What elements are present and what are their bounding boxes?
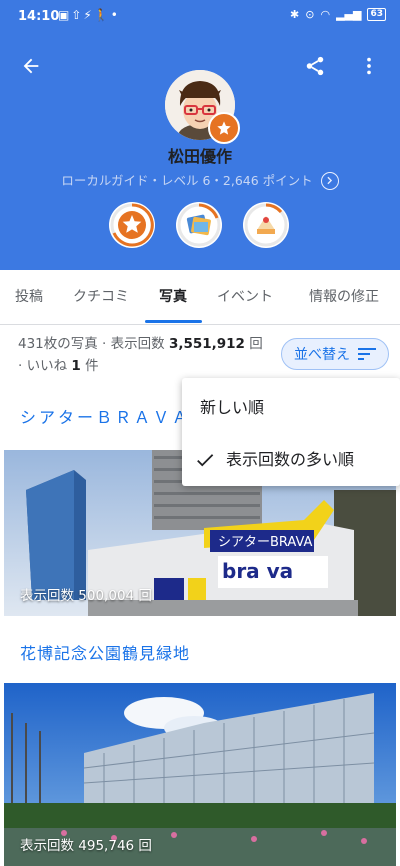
place-photo[interactable]: 表示回数 495,746 回: [4, 683, 396, 866]
more-vert-icon: [367, 57, 371, 75]
likes-text: · いいね: [18, 358, 72, 374]
tab-events[interactable]: イベント: [202, 270, 288, 324]
share-button[interactable]: [297, 48, 333, 84]
guide-level-text: ローカルガイド・レベル 6・2,646 ポイント: [61, 173, 313, 188]
sort-menu: 新しい順 表示回数の多い順: [182, 378, 400, 486]
tab-reviews[interactable]: クチコミ: [58, 270, 144, 324]
tab-edits[interactable]: 情報の修正: [288, 270, 400, 324]
status-bar: 14:10 ▣⇧⚡🚶• ✱ ⊙ ◠ ▂▄▆ 63: [0, 0, 400, 34]
status-time: 14:10: [18, 9, 60, 24]
view-count-unit: 回: [244, 336, 263, 352]
sort-icon: [358, 348, 376, 360]
bluetooth-icon: ✱: [290, 8, 300, 21]
photo-stats: 431枚の写真 · 表示回数 3,551,912 回 · いいね 1 件: [18, 333, 280, 377]
place-title-link[interactable]: シアターＢＲＡＶＡ: [20, 404, 191, 428]
photo-signage-text: シアターBRAVA: [218, 535, 313, 550]
profile-name: 松田優作: [167, 147, 232, 166]
sort-option-label: 新しい順: [200, 398, 265, 417]
tab-posts[interactable]: 投稿: [0, 270, 58, 324]
local-guide-badge: [208, 112, 240, 144]
photo-view-count: 表示回数 500,004 回: [20, 588, 152, 604]
battery-icon: 63: [367, 8, 386, 21]
likes-unit: 件: [80, 358, 99, 374]
likes-count: 1: [71, 358, 81, 374]
view-count: 3,551,912: [168, 336, 245, 352]
notification-icons: ▣⇧⚡🚶•: [58, 8, 120, 22]
sort-option-newest[interactable]: 新しい順: [182, 383, 400, 433]
achievement-badge-food[interactable]: [243, 202, 289, 248]
system-icons: ✱ ⊙ ◠ ▂▄▆ 63: [290, 8, 386, 21]
svg-text:bra va: bra va: [222, 559, 293, 583]
active-tab-indicator: [145, 320, 202, 323]
check-icon: [197, 454, 214, 467]
profile-header: 14:10 ▣⇧⚡🚶• ✱ ⊙ ◠ ▂▄▆ 63 松田優作 ローカルガイド・レベ…: [0, 0, 400, 270]
achievement-badge-points[interactable]: [109, 202, 155, 248]
star-icon: [217, 121, 231, 135]
place-title-link[interactable]: 花博記念公園鶴見緑地: [20, 640, 190, 664]
arrow-back-icon: [23, 58, 39, 74]
more-options-button[interactable]: [351, 48, 387, 84]
photo-view-count: 表示回数 495,746 回: [20, 838, 152, 854]
tab-photos[interactable]: 写真: [144, 270, 202, 324]
back-button[interactable]: [13, 48, 49, 84]
guide-level-link[interactable]: ローカルガイド・レベル 6・2,646 ポイント: [0, 170, 400, 191]
location-icon: ⊙: [305, 8, 315, 21]
sort-button[interactable]: 並べ替え: [281, 338, 389, 370]
sort-option-most-viewed[interactable]: 表示回数の多い順: [182, 435, 400, 485]
wifi-icon: ◠: [320, 8, 331, 21]
sort-option-label: 表示回数の多い順: [226, 450, 355, 469]
chevron-right-icon: [320, 171, 339, 190]
achievement-badge-photos[interactable]: [176, 202, 222, 248]
star-badge-icon: [110, 203, 154, 247]
profile-tabs: 投稿 クチコミ 写真 イベント 情報の修正: [0, 270, 400, 325]
signal-icon: ▂▄▆: [336, 8, 362, 21]
food-badge-icon: [244, 203, 288, 247]
photo-count-text: 431枚の写真 · 表示回数: [18, 336, 169, 352]
photos-badge-icon: [177, 203, 221, 247]
sort-button-label: 並べ替え: [294, 347, 350, 363]
share-icon: [306, 56, 324, 76]
